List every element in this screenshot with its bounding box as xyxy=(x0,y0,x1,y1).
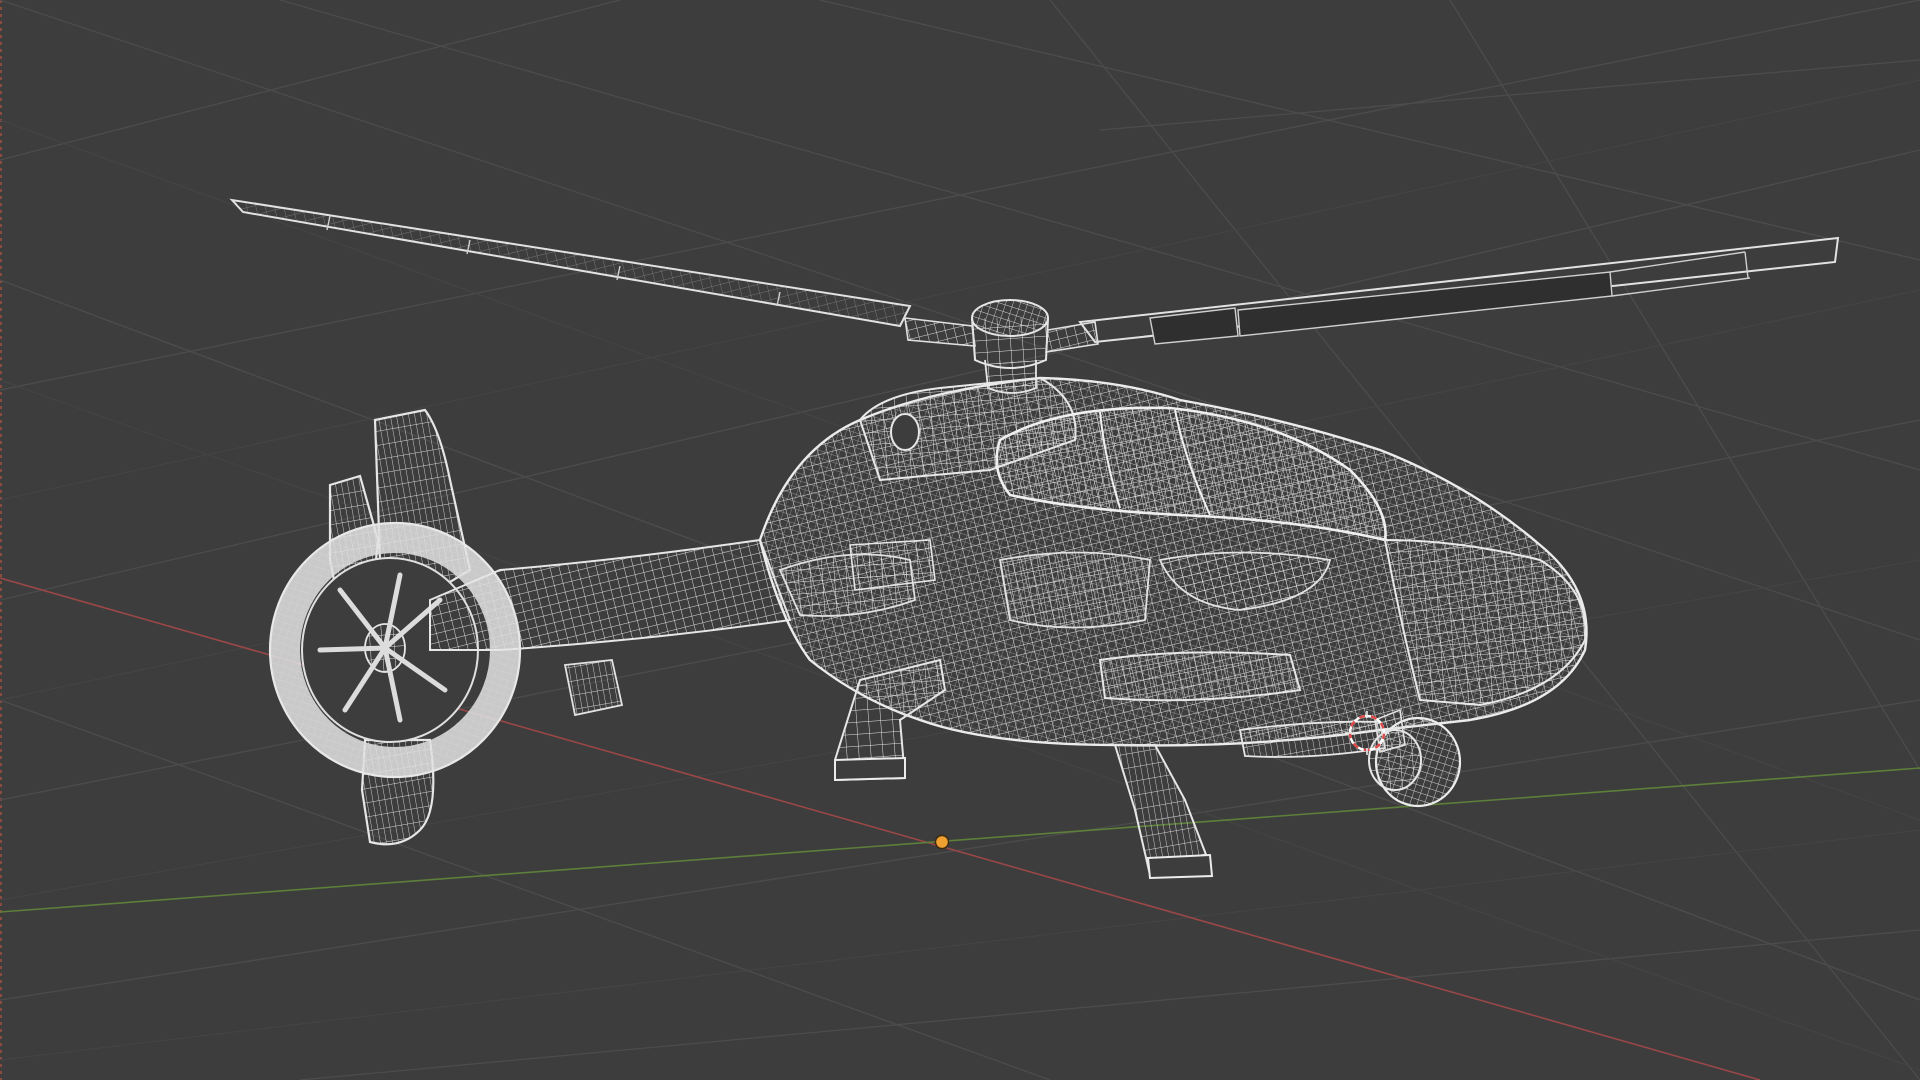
3d-viewport[interactable] xyxy=(0,0,1920,1080)
side-pod xyxy=(1098,651,1302,702)
y-axis-line xyxy=(0,767,1920,913)
viewport-canvas[interactable] xyxy=(0,0,1920,1080)
main-rotor[interactable] xyxy=(229,198,1840,394)
object-origin[interactable] xyxy=(934,834,950,850)
tail-boom xyxy=(429,538,792,651)
